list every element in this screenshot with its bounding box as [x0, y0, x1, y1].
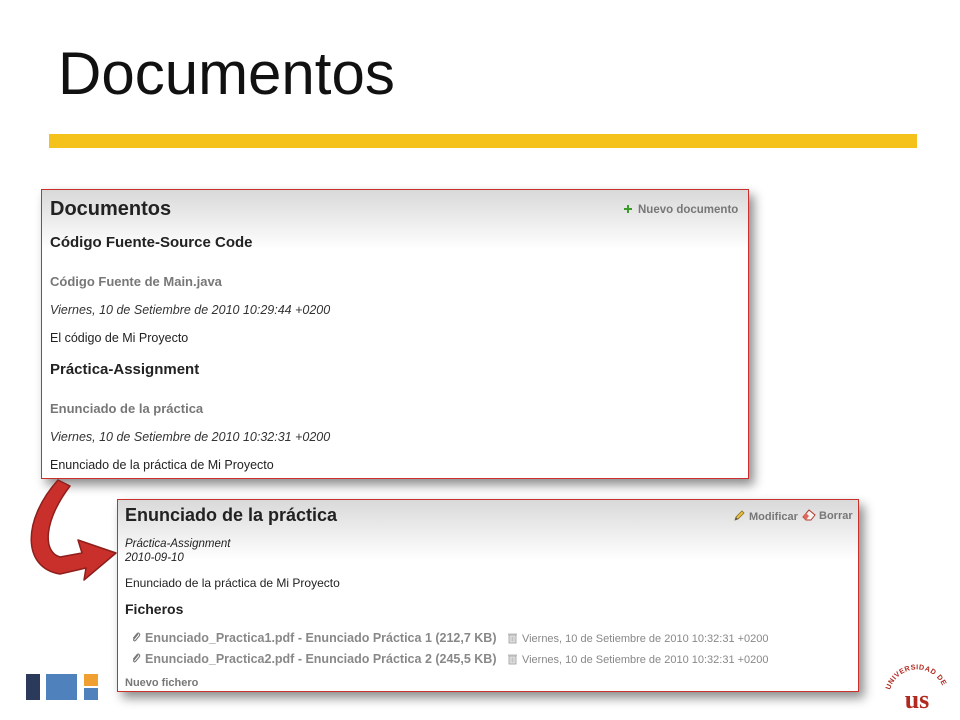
- file-row: Enunciado_Practica1.pdf - Enunciado Prác…: [131, 629, 769, 647]
- university-seal-logo: UNIVERSIDAD DE SEVILLA us: [882, 654, 950, 714]
- modify-button[interactable]: Modificar: [733, 507, 798, 525]
- modify-label: Modificar: [749, 511, 798, 523]
- decor-block-blue-small: [84, 688, 98, 700]
- document-date: 2010-09-10: [125, 552, 184, 564]
- document-description: Enunciado de la práctica de Mi Proyecto: [125, 576, 340, 590]
- section-title: Práctica-Assignment: [50, 361, 200, 378]
- slide-title: Documentos: [58, 40, 395, 107]
- logo-monogram: us: [905, 685, 930, 714]
- document-description: El código de Mi Proyecto: [50, 331, 189, 345]
- eraser-icon: [802, 509, 816, 521]
- new-document-button[interactable]: Nuevo documento: [623, 200, 738, 218]
- decor-block-orange: [84, 674, 98, 686]
- file-row: Enunciado_Practica2.pdf - Enunciado Prác…: [131, 650, 769, 668]
- document-date: Viernes, 10 de Setiembre de 2010 10:29:4…: [50, 303, 331, 317]
- paperclip-icon: [132, 632, 141, 642]
- document-link[interactable]: Código Fuente de Main.java: [50, 274, 222, 289]
- document-category: Práctica-Assignment: [125, 538, 231, 550]
- documents-heading: Documentos: [50, 198, 172, 220]
- section-title: Código Fuente-Source Code: [50, 234, 253, 251]
- document-date: Viernes, 10 de Setiembre de 2010 10:32:3…: [50, 430, 331, 444]
- delete-label: Borrar: [819, 510, 853, 522]
- trash-icon[interactable]: [507, 632, 518, 644]
- accent-bar: [49, 134, 917, 148]
- file-link[interactable]: Enunciado_Practica1.pdf - Enunciado Prác…: [145, 631, 497, 645]
- new-document-label: Nuevo documento: [638, 204, 739, 216]
- plus-icon: [624, 205, 632, 213]
- new-file-link[interactable]: Nuevo fichero: [125, 677, 198, 689]
- paperclip-icon: [132, 653, 141, 663]
- trash-icon[interactable]: [507, 653, 518, 665]
- document-description: Enunciado de la práctica de Mi Proyecto: [50, 458, 274, 472]
- detail-heading: Enunciado de la práctica: [125, 505, 338, 525]
- document-link[interactable]: Enunciado de la práctica: [50, 401, 203, 416]
- file-link[interactable]: Enunciado_Practica2.pdf - Enunciado Prác…: [145, 652, 497, 666]
- delete-button[interactable]: Borrar: [802, 506, 853, 524]
- document-detail-panel: Enunciado de la práctica Modificar Borra…: [117, 499, 859, 692]
- decor-block-blue: [46, 674, 77, 700]
- documents-panel: Documentos Nuevo documento Código Fuente…: [41, 189, 749, 479]
- file-date: Viernes, 10 de Setiembre de 2010 10:32:3…: [521, 654, 769, 666]
- file-date: Viernes, 10 de Setiembre de 2010 10:32:3…: [521, 633, 769, 645]
- pencil-icon: [734, 510, 745, 521]
- decor-block-dark: [26, 674, 40, 700]
- files-heading: Ficheros: [125, 601, 184, 617]
